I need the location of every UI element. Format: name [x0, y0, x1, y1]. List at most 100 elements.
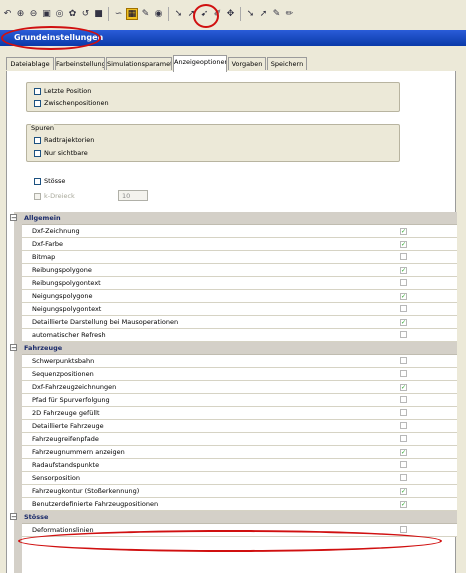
pencil-icon[interactable]: ✏: [284, 9, 295, 20]
property-checkbox[interactable]: [400, 279, 407, 286]
radtrajektorien-checkbox[interactable]: [34, 136, 41, 144]
property-row[interactable]: Fahrzeugnummern anzeigen ✓: [22, 446, 457, 459]
settings-icon[interactable]: ▦: [126, 8, 138, 20]
highlight-ring-row: [18, 530, 442, 552]
property-checkbox[interactable]: [400, 435, 407, 442]
tab-anzeigeoptionen[interactable]: Anzeigeoptionen: [173, 55, 227, 72]
property-row[interactable]: Detaillierte Fahrzeuge: [22, 420, 457, 433]
property-checkbox[interactable]: ✓: [400, 267, 407, 274]
tab-dateiablage[interactable]: Dateiablage: [6, 57, 54, 70]
property-row[interactable]: Dxf-Farbe ✓: [22, 238, 457, 251]
back-icon[interactable]: ↶: [2, 9, 13, 20]
property-row[interactable]: Reibungspolygone ✓: [22, 264, 457, 277]
property-checkbox[interactable]: [400, 422, 407, 429]
collapse-toggle-icon[interactable]: −: [10, 344, 17, 352]
property-row[interactable]: Neigungspolygone ✓: [22, 290, 457, 303]
move-icon[interactable]: ✥: [225, 9, 236, 20]
cursor2-icon[interactable]: ➚: [258, 9, 269, 20]
property-checkbox[interactable]: ✓: [400, 319, 407, 326]
property-checkbox[interactable]: ✓: [400, 488, 407, 495]
dreieck-value-input[interactable]: 10: [118, 190, 148, 201]
nur-sichtbare-option[interactable]: Nur sichtbare: [34, 148, 88, 158]
property-row[interactable]: Bitmap: [22, 251, 457, 264]
property-row[interactable]: Radaufstandspunkte: [22, 459, 457, 472]
property-checkbox[interactable]: [400, 331, 407, 338]
property-row-label: Detaillierte Fahrzeuge: [32, 422, 104, 430]
undo-icon[interactable]: ↺: [80, 9, 91, 20]
property-row[interactable]: automatischer Refresh: [22, 329, 457, 342]
property-checkbox[interactable]: ✓: [400, 384, 407, 391]
dreieck-option[interactable]: k-Dreieck: [34, 191, 75, 201]
property-row-label: Dxf-Farbe: [32, 240, 64, 248]
color-icon[interactable]: ■: [93, 9, 104, 20]
letzte-position-checkbox[interactable]: [34, 87, 41, 95]
letzte-position-label: Letzte Position: [44, 87, 92, 95]
property-row-label: Neigungspolygontext: [32, 305, 102, 313]
brush2-icon[interactable]: ✎: [271, 9, 282, 20]
property-row[interactable]: Benutzerdefinierte Fahrzeugpositionen ✓: [22, 498, 457, 511]
tab-simulationsparameter[interactable]: Simulationsparameter: [106, 57, 172, 70]
property-row-label: 2D Fahrzeuge gefüllt: [32, 409, 100, 417]
property-value-cell: [400, 279, 407, 288]
stoesse-option[interactable]: Stösse: [34, 176, 65, 186]
property-checkbox[interactable]: ✓: [400, 501, 407, 508]
property-row[interactable]: Fahrzeugkontur (Stoßerkennung) ✓: [22, 485, 457, 498]
property-checkbox[interactable]: [400, 526, 407, 533]
gear-icon[interactable]: ✿: [67, 9, 78, 20]
property-row[interactable]: Sequenzpositionen: [22, 368, 457, 381]
zoom-out-icon[interactable]: ⊖: [28, 9, 39, 20]
property-checkbox[interactable]: [400, 305, 407, 312]
select-icon[interactable]: ➘: [245, 9, 256, 20]
property-checkbox[interactable]: ✓: [400, 241, 407, 248]
property-checkbox[interactable]: [400, 474, 407, 481]
property-row[interactable]: Detaillierte Darstellung bei Mausoperati…: [22, 316, 457, 329]
dreieck-checkbox[interactable]: [34, 192, 41, 200]
property-row[interactable]: Schwerpunktsbahn: [22, 355, 457, 368]
spuren-group-title: Spuren: [31, 124, 55, 132]
zwischenpositionen-option[interactable]: Zwischenpositionen: [34, 98, 109, 108]
property-checkbox[interactable]: [400, 370, 407, 377]
property-checkbox[interactable]: [400, 409, 407, 416]
zoom-window-icon[interactable]: ▣: [41, 9, 52, 20]
lasso-icon[interactable]: ∽: [113, 9, 124, 20]
nur-sichtbare-checkbox[interactable]: [34, 149, 41, 157]
zwischenpositionen-checkbox[interactable]: [34, 99, 41, 107]
property-checkbox[interactable]: [400, 357, 407, 364]
property-checkbox[interactable]: [400, 461, 407, 468]
property-checkbox[interactable]: ✓: [400, 293, 407, 300]
radtrajektorien-option[interactable]: Radtrajektorien: [34, 135, 94, 145]
property-checkbox[interactable]: [400, 253, 407, 260]
tab-vorgaben[interactable]: Vorgaben: [228, 57, 266, 70]
collapse-toggle-icon[interactable]: −: [10, 214, 17, 222]
property-checkbox[interactable]: ✓: [400, 228, 407, 235]
property-checkbox[interactable]: [400, 396, 407, 403]
collapse-toggle-icon[interactable]: −: [10, 513, 17, 521]
stoesse-checkbox[interactable]: [34, 177, 41, 185]
property-checkbox[interactable]: ✓: [400, 449, 407, 456]
property-row-label: Fahrzeugreifenpfade: [32, 435, 99, 443]
zoom-in-icon[interactable]: ⊕: [15, 9, 26, 20]
property-row[interactable]: Dxf-Zeichnung ✓: [22, 225, 457, 238]
letzte-position-option[interactable]: Letzte Position: [34, 86, 91, 96]
property-row[interactable]: Dxf-Fahrzeugzeichnungen ✓: [22, 381, 457, 394]
pen-icon[interactable]: ✎: [140, 9, 151, 20]
zwischenpositionen-label: Zwischenpositionen: [44, 99, 109, 107]
property-row-label: Sequenzpositionen: [32, 370, 94, 378]
property-row[interactable]: Pfad für Spurverfolgung: [22, 394, 457, 407]
zoom-all-icon[interactable]: ◎: [54, 9, 65, 20]
tab-speichern[interactable]: Speichern: [267, 57, 307, 70]
eye-icon[interactable]: ◉: [153, 9, 164, 20]
property-row[interactable]: Sensorposition: [22, 472, 457, 485]
property-row[interactable]: Reibungspolygontext: [22, 277, 457, 290]
toolbar-separator: [168, 7, 169, 21]
property-grid[interactable]: − Allgemein Dxf-Zeichnung ✓ Dxf-Farbe ✓ Bitmap…: [10, 212, 457, 537]
property-category[interactable]: − Fahrzeuge: [10, 342, 457, 355]
property-category[interactable]: − Allgemein: [10, 212, 457, 225]
property-value-cell: [400, 396, 407, 405]
property-row[interactable]: Fahrzeugreifenpfade: [22, 433, 457, 446]
tab-farbeinstellung[interactable]: Farbeinstellung: [55, 57, 105, 70]
property-row[interactable]: 2D Fahrzeuge gefüllt: [22, 407, 457, 420]
arrow-icon[interactable]: ➘: [173, 9, 184, 20]
property-category[interactable]: − Stösse: [10, 511, 457, 524]
property-row[interactable]: Neigungspolygontext: [22, 303, 457, 316]
